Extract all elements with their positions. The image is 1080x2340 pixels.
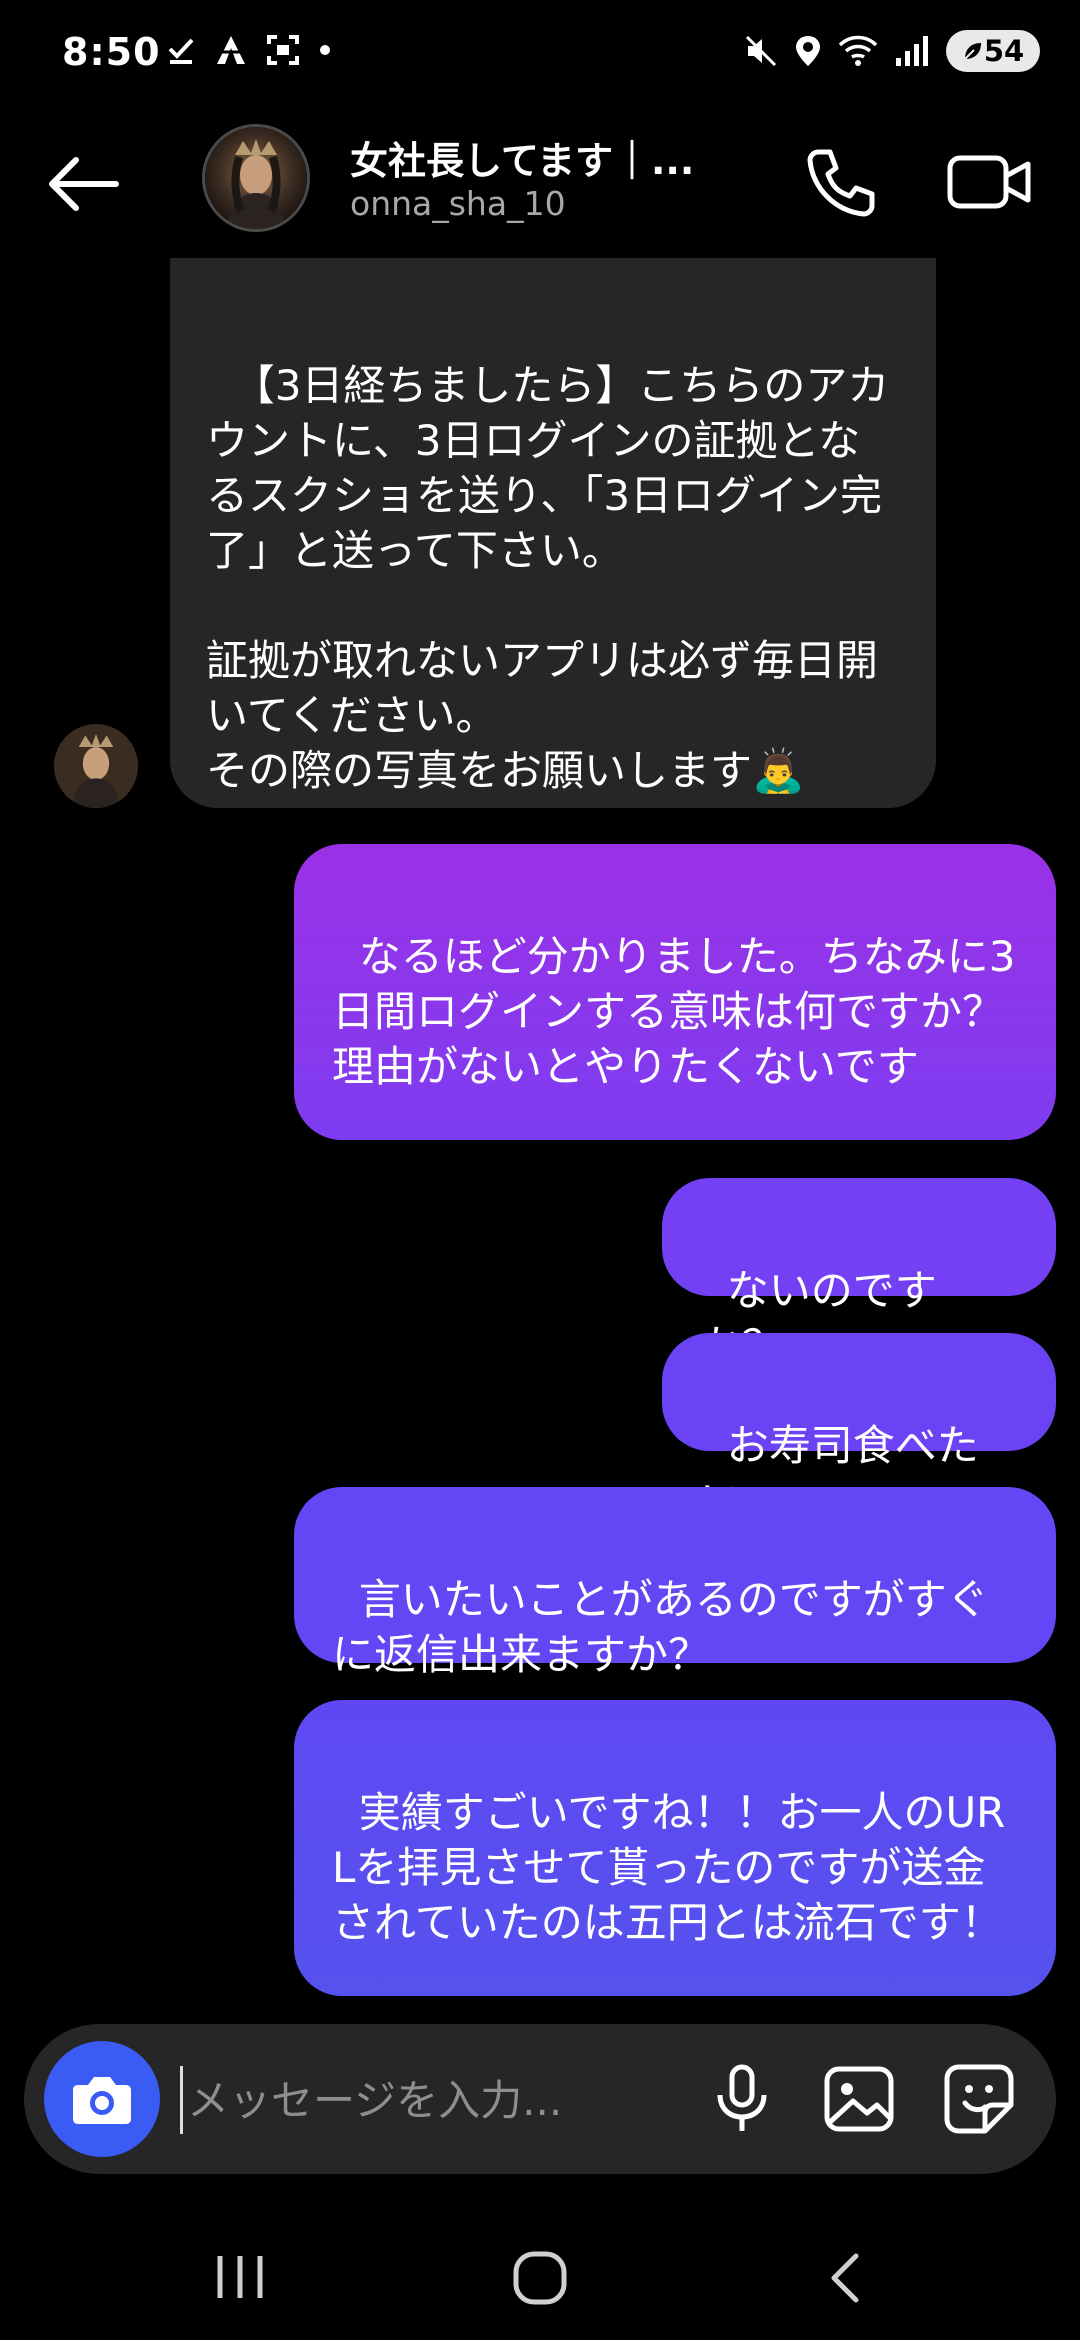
outgoing-message[interactable]: 実績すごいですね！！お一人のURLを拝見させて貰ったのですが送金されていたのは五…: [294, 1700, 1056, 1996]
outgoing-message[interactable]: 言いたいことがあるのですがすぐに返信出来ますか？: [294, 1487, 1056, 1679]
wifi-icon: [838, 35, 878, 66]
mute-icon: [745, 35, 777, 67]
microphone-icon: [717, 2064, 767, 2131]
system-back-button[interactable]: [820, 2248, 870, 2308]
battery-level: 54: [983, 34, 1025, 68]
status-right-icons: 54: [744, 30, 1040, 72]
outgoing-message[interactable]: お寿司食べたい: [662, 1333, 1056, 1525]
message-composer: [24, 2024, 1056, 2174]
sticker-icon: [944, 2064, 1014, 2134]
contact-username[interactable]: onna_sha_10: [350, 184, 566, 223]
status-time: 8:50: [62, 30, 161, 74]
battery-saver-icon: [964, 43, 981, 60]
incoming-message[interactable]: 【3日経ちましたら】こちらのアカウントに、3日ログインの証拠となるスクショを送り…: [170, 258, 936, 808]
screenshot-icon: [267, 35, 299, 65]
location-icon: [796, 36, 820, 66]
tent-icon: [215, 36, 247, 64]
avatar-image: [54, 724, 138, 808]
camera-icon: [73, 2077, 131, 2124]
image-icon: [824, 2066, 894, 2132]
system-navigation-bar: [0, 2200, 1080, 2340]
avatar-image: [205, 127, 307, 229]
battery-indicator: 54: [946, 30, 1040, 72]
recent-apps-button[interactable]: [210, 2250, 270, 2304]
back-button[interactable]: [44, 144, 124, 224]
camera-button[interactable]: [44, 2041, 160, 2157]
contact-name[interactable]: 女社長してます｜...: [350, 130, 694, 185]
message-text: なるほど分かりました。ちなみに3日間ログインする意味は何ですか？理由がないとやり…: [332, 932, 1016, 1091]
chevron-left-icon: [831, 2253, 859, 2303]
chat-header: 女社長してます｜... onna_sha_10: [0, 110, 1080, 260]
home-icon: [513, 2251, 567, 2305]
status-bar: 8:50 54: [0, 0, 1080, 110]
gallery-button[interactable]: [819, 2061, 899, 2137]
home-button[interactable]: [510, 2248, 570, 2308]
recents-icon: [217, 2256, 263, 2298]
check-icon: [168, 38, 194, 64]
arrow-left-icon: [49, 157, 119, 211]
message-input[interactable]: [180, 2066, 609, 2134]
outgoing-message[interactable]: なるほど分かりました。ちなみに3日間ログインする意味は何ですか？理由がないとやり…: [294, 844, 1056, 1140]
header-avatar[interactable]: [202, 124, 310, 232]
message-text: 【3日経ちましたら】こちらのアカウントに、3日ログインの証拠となるスクショを送り…: [206, 361, 890, 795]
outgoing-message[interactable]: ないのですか？: [662, 1178, 1056, 1370]
voice-call-button[interactable]: [800, 142, 880, 222]
message-text: 言いたいことがあるのですがすぐに返信出来ますか？: [332, 1575, 989, 1679]
sender-avatar[interactable]: [54, 724, 138, 808]
message-text: 実績すごいですね！！お一人のURLを拝見させて貰ったのですが送金されていたのは五…: [332, 1788, 1006, 1947]
phone-icon: [807, 149, 875, 217]
voice-message-button[interactable]: [704, 2061, 780, 2137]
dot-icon: [320, 45, 330, 55]
video-camera-icon: [947, 155, 1031, 209]
sticker-button[interactable]: [939, 2061, 1019, 2137]
signal-icon: [896, 36, 928, 66]
status-left-icons: [166, 34, 332, 66]
video-call-button[interactable]: [944, 142, 1034, 222]
